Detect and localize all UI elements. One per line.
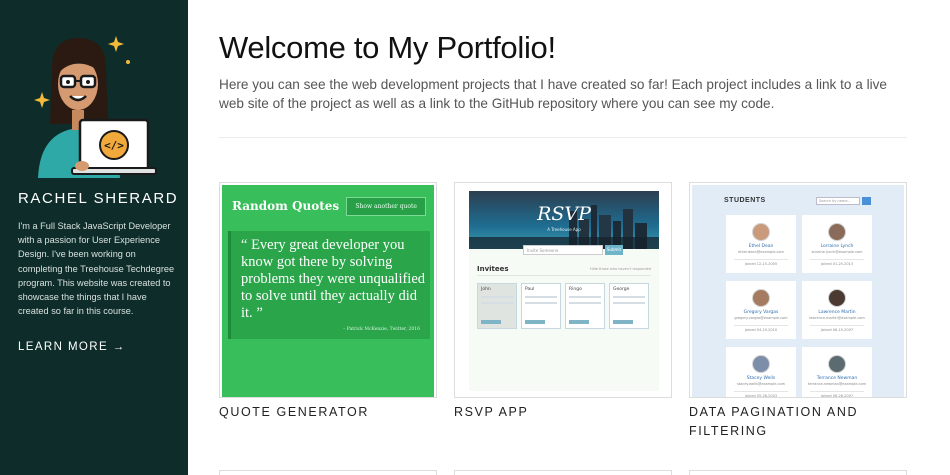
thumb-divider — [477, 275, 651, 276]
thumb-quote-source: – Patrick McKenzie, Twitter, 2016 — [343, 327, 420, 332]
student-date: Joined 05-28-2003 — [744, 394, 778, 398]
thumb-student-card: Stacey Wells stacey.wells@example.com Jo… — [726, 347, 796, 398]
author-name: RACHEL SHERARD — [18, 190, 179, 207]
thumb-subheading: A Treehouse App — [547, 227, 581, 232]
student-avatar — [828, 223, 846, 241]
guest-line — [613, 296, 645, 298]
thumb-guest-card: George — [609, 283, 649, 329]
thumb-heading: RSVP — [537, 203, 591, 225]
thumb-invitees-label: Invitees — [477, 265, 509, 273]
thumb-input: Invite Someone — [523, 245, 603, 255]
student-name: Lorraine Lynch — [820, 244, 854, 249]
thumb-hide-label: Hide those who haven't responded — [589, 267, 651, 271]
page-intro: Here you can see the web development pro… — [219, 77, 887, 111]
guest-button — [613, 320, 633, 324]
guest-button — [525, 320, 545, 324]
student-date: Joined 06-15-2007 — [820, 328, 854, 332]
student-divider — [810, 325, 864, 326]
student-email: ethel.dean@example.com — [738, 250, 784, 254]
developer-avatar-illustration: </> — [34, 36, 157, 178]
thumb-button: Show another quote — [346, 197, 426, 216]
guest-button — [481, 320, 501, 324]
thumb-guest-card: John — [477, 283, 517, 329]
sidebar: </> RACHEL SHERARD I'm a Full Stack Java… — [0, 0, 188, 475]
thumb-guest-card: Ringo — [565, 283, 605, 329]
student-divider — [734, 259, 788, 260]
guest-line — [525, 302, 557, 304]
thumb-student-card: Lawrence Martin lawrence.martin@example.… — [802, 281, 872, 339]
thumb-student-card: Terrance Newman terrance.newman@example.… — [802, 347, 872, 398]
student-divider — [810, 259, 864, 260]
student-date: Joined 12-15-2005 — [744, 262, 778, 266]
project-card-data-pagination[interactable]: STUDENTS Search by name... Ethel Dean et… — [689, 182, 907, 398]
project-card-quote-generator[interactable]: Random Quotes Show another quote “ Every… — [219, 182, 437, 398]
guest-name: Ringo — [569, 287, 582, 292]
guest-name: Paul — [525, 287, 535, 292]
student-email: terrance.newman@example.com — [807, 382, 867, 386]
student-email: stacey.wells@example.com — [736, 382, 786, 386]
guest-line — [481, 296, 513, 298]
student-avatar — [828, 355, 846, 373]
student-name: Terrance Newman — [816, 376, 858, 381]
student-email: lorraine.lynch@example.com — [811, 250, 863, 254]
student-date: Joined 04-19-2010 — [744, 328, 778, 332]
thumb-student-card: Gregory Vargas gregory.vargas@example.co… — [726, 281, 796, 339]
project-title[interactable]: QUOTE GENERATOR — [219, 403, 369, 422]
quote-text: Every great developer you know got there… — [241, 237, 426, 321]
student-divider — [734, 325, 788, 326]
student-name: Stacey Wells — [746, 376, 776, 381]
project-title[interactable]: DATA PAGINATION AND FILTERING — [689, 403, 899, 441]
sparkle-icon — [34, 92, 50, 108]
project-card-partial[interactable] — [454, 470, 672, 475]
thumb-quote: “ Every great developer you know got the… — [241, 237, 427, 322]
author-bio: I'm a Full Stack JavaScript Developer wi… — [18, 221, 175, 317]
thumb-guest-card: Paul — [521, 283, 561, 329]
project-title[interactable]: RSVP APP — [454, 403, 528, 422]
quote-open-mark: “ — [241, 237, 248, 253]
student-divider — [810, 391, 864, 392]
thumb-search: Search by name... — [816, 197, 860, 205]
student-name: Ethel Dean — [748, 244, 774, 249]
thumb-heading: Random Quotes — [232, 199, 340, 213]
student-avatar — [752, 289, 770, 307]
guest-name: John — [481, 287, 491, 292]
guest-line — [525, 296, 557, 298]
quote-close-mark: ” — [256, 305, 263, 321]
divider — [219, 137, 907, 138]
guest-line — [613, 302, 645, 304]
guest-name: George — [613, 287, 630, 292]
project-thumbnail: Random Quotes Show another quote “ Every… — [222, 185, 434, 397]
thumb-quote-box: “ Every great developer you know got the… — [228, 231, 430, 339]
student-date: Joined 06-26-2007 — [820, 394, 854, 398]
student-divider — [734, 391, 788, 392]
project-card-rsvp-app[interactable]: RSVP A Treehouse App Invite Someone Subm… — [454, 182, 672, 398]
project-card-partial[interactable] — [689, 470, 907, 475]
thumb-search-button — [862, 197, 871, 205]
thumb-hero: RSVP A Treehouse App — [469, 191, 659, 249]
thumb-student-card: Ethel Dean ethel.dean@example.com Joined… — [726, 215, 796, 273]
student-name: Gregory Vargas — [743, 310, 779, 315]
student-date: Joined 01-25-2013 — [820, 262, 854, 266]
project-card-partial[interactable] — [219, 470, 437, 475]
thumb-student-card: Lorraine Lynch lorraine.lynch@example.co… — [802, 215, 872, 273]
thumb-submit: Submit — [605, 245, 623, 255]
project-thumbnail: RSVP A Treehouse App Invite Someone Subm… — [469, 191, 659, 391]
student-name: Lawrence Martin — [818, 310, 856, 315]
guest-line — [569, 302, 601, 304]
student-email: lawrence.martin@example.com — [809, 316, 865, 320]
page-title: Welcome to My Portfolio! — [219, 30, 556, 65]
learn-more-link[interactable]: LEARN MORE → — [18, 341, 126, 353]
project-thumbnail: STUDENTS Search by name... Ethel Dean et… — [692, 185, 904, 397]
guest-line — [569, 296, 601, 298]
svg-text:</>: </> — [104, 139, 124, 152]
sparkle-icon — [108, 36, 124, 52]
thumb-heading: STUDENTS — [724, 197, 766, 204]
sparkle-icon — [126, 60, 130, 64]
student-avatar — [752, 355, 770, 373]
guest-line — [481, 302, 513, 304]
student-avatar — [752, 223, 770, 241]
student-email: gregory.vargas@example.com — [734, 316, 788, 320]
student-avatar — [828, 289, 846, 307]
guest-button — [569, 320, 589, 324]
